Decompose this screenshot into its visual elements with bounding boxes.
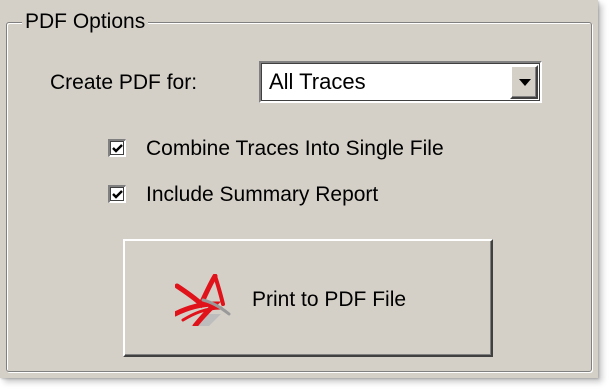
combine-traces-checkbox[interactable] [108, 139, 126, 157]
print-to-pdf-button[interactable]: Print to PDF File [123, 239, 493, 357]
dropdown-button[interactable] [510, 65, 538, 99]
pdf-options-panel: PDF Options Create PDF for: All Traces C… [0, 0, 598, 378]
include-summary-label: Include Summary Report [146, 183, 379, 206]
combine-traces-label: Combine Traces Into Single File [146, 137, 444, 160]
create-pdf-for-select[interactable]: All Traces [259, 61, 542, 103]
create-pdf-label: Create PDF for: [50, 71, 198, 94]
create-pdf-selected-value: All Traces [269, 69, 366, 94]
checkmark-icon [112, 144, 123, 153]
print-to-pdf-label: Print to PDF File [252, 288, 407, 311]
group-title: PDF Options [22, 9, 149, 35]
chevron-down-icon [519, 79, 531, 86]
adobe-pdf-icon [175, 274, 237, 326]
include-summary-checkbox[interactable] [108, 185, 126, 203]
checkmark-icon [112, 190, 123, 199]
